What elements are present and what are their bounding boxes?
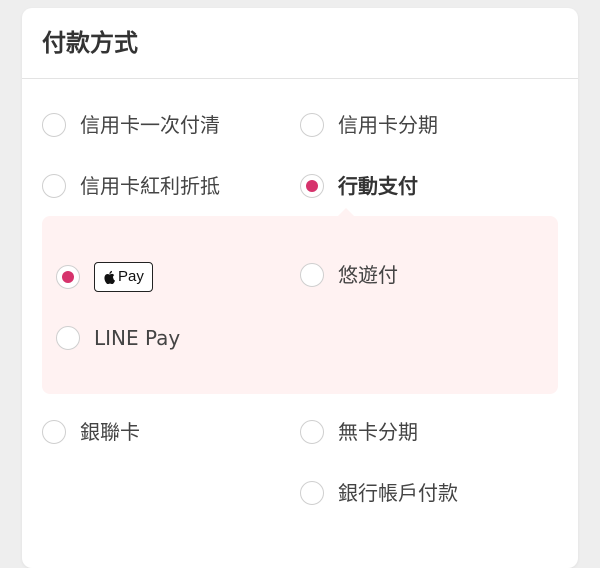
radio-easy-wallet[interactable] [300,263,324,287]
radio-line-pay[interactable] [56,326,80,350]
radio-credit-installment[interactable] [300,113,324,137]
option-credit-rewards-label: 信用卡紅利折抵 [80,174,220,198]
radio-unionpay[interactable] [42,420,66,444]
option-easy-wallet[interactable]: 悠遊付 [300,258,398,292]
option-credit-rewards[interactable]: 信用卡紅利折抵 [42,169,220,203]
mobile-payment-subpanel [42,216,558,394]
option-credit-installment-label: 信用卡分期 [338,113,438,137]
option-easy-wallet-label: 悠遊付 [338,263,398,287]
option-mobile-payment[interactable]: 行動支付 [300,169,418,203]
option-line-pay-label: LINE Pay [94,326,181,350]
radio-cardless-installment[interactable] [300,420,324,444]
radio-apple-pay[interactable] [56,265,80,289]
radio-mobile-payment[interactable] [300,174,324,198]
radio-credit-rewards[interactable] [42,174,66,198]
option-unionpay-label: 銀聯卡 [80,420,140,444]
radio-bank-account[interactable] [300,481,324,505]
title-divider [22,78,578,79]
card-title: 付款方式 [42,29,138,57]
option-apple-pay[interactable]: Pay [56,260,153,294]
option-line-pay[interactable]: LINE Pay [56,321,180,355]
apple-pay-text: Pay [118,268,144,285]
option-credit-installment[interactable]: 信用卡分期 [300,108,438,142]
option-credit-full-label: 信用卡一次付清 [80,113,220,137]
radio-credit-full[interactable] [42,113,66,137]
option-mobile-payment-label: 行動支付 [338,174,418,198]
option-bank-account[interactable]: 銀行帳戶付款 [300,476,458,510]
option-unionpay[interactable]: 銀聯卡 [42,415,140,449]
option-cardless-installment-label: 無卡分期 [338,420,418,444]
apple-pay-badge: Pay [94,262,153,292]
option-cardless-installment[interactable]: 無卡分期 [300,415,418,449]
apple-logo-icon [104,270,115,284]
option-bank-account-label: 銀行帳戶付款 [338,481,458,505]
option-credit-full[interactable]: 信用卡一次付清 [42,108,220,142]
payment-method-card: 付款方式 信用卡一次付清 信用卡分期 信用卡紅利折抵 行動支付 Pay 悠遊付 [22,8,578,568]
